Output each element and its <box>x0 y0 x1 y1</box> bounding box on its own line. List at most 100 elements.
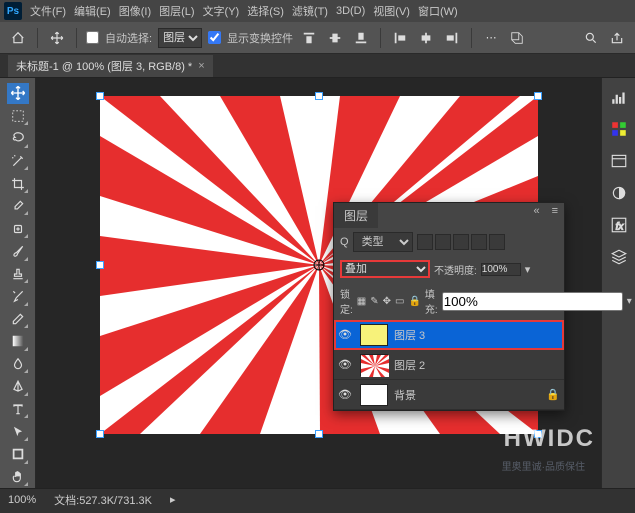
lock-transparency-icon[interactable]: ▦ <box>357 294 366 308</box>
menu-file[interactable]: 文件(F) <box>30 3 66 19</box>
hand-tool[interactable] <box>7 467 29 488</box>
auto-select-label: 自动选择: <box>105 30 152 46</box>
menu-3d[interactable]: 3D(D) <box>336 5 365 17</box>
align-hcenter-icon[interactable] <box>416 28 436 48</box>
shape-tool[interactable] <box>7 444 29 465</box>
adjustments-icon[interactable] <box>608 182 630 204</box>
move-tool[interactable] <box>7 83 29 104</box>
filter-shape-icon[interactable] <box>471 234 487 250</box>
filter-smart-icon[interactable] <box>489 234 505 250</box>
filter-adjust-icon[interactable] <box>435 234 451 250</box>
transform-handle[interactable] <box>534 430 542 438</box>
gradient-tool[interactable] <box>7 331 29 352</box>
transform-handle[interactable] <box>96 261 104 269</box>
transform-handle[interactable] <box>315 430 323 438</box>
chevron-down-icon[interactable]: ▾ <box>525 263 531 276</box>
lock-pixels-icon[interactable]: ✎ <box>370 294 378 308</box>
filter-type-select[interactable]: 类型 <box>353 232 413 252</box>
align-top-icon[interactable] <box>299 28 319 48</box>
more-icon[interactable]: ⋯ <box>481 28 501 48</box>
home-icon[interactable] <box>8 28 28 48</box>
menu-type[interactable]: 文字(Y) <box>203 3 240 19</box>
menu-window[interactable]: 窗口(W) <box>418 3 458 19</box>
move-tool-icon[interactable] <box>47 28 67 48</box>
transform-handle[interactable] <box>315 92 323 100</box>
show-transform-checkbox[interactable] <box>208 31 221 44</box>
transform-handle[interactable] <box>534 92 542 100</box>
transform-handle[interactable] <box>96 92 104 100</box>
share-icon[interactable] <box>607 28 627 48</box>
layers-icon[interactable] <box>608 246 630 268</box>
layer-row[interactable]: 👁 背景 🔒 <box>334 380 564 410</box>
panel-tab-layers[interactable]: 图层 <box>334 203 378 228</box>
menu-layer[interactable]: 图层(L) <box>159 3 194 19</box>
path-select-tool[interactable] <box>7 421 29 442</box>
filter-type-icon[interactable] <box>453 234 469 250</box>
align-bottom-icon[interactable] <box>351 28 371 48</box>
lasso-tool[interactable] <box>7 128 29 149</box>
align-vcenter-icon[interactable] <box>325 28 345 48</box>
align-right-icon[interactable] <box>442 28 462 48</box>
lock-artboard-icon[interactable]: ▭ <box>395 294 404 308</box>
visibility-icon[interactable]: 👁 <box>338 388 354 401</box>
chevron-down-icon[interactable]: ▾ <box>627 296 632 307</box>
stamp-tool[interactable] <box>7 264 29 285</box>
tools-panel <box>0 78 36 488</box>
swatches-icon[interactable] <box>608 118 630 140</box>
layer-row[interactable]: 👁 图层 3 <box>334 320 564 350</box>
histogram-icon[interactable] <box>608 86 630 108</box>
visibility-icon[interactable]: 👁 <box>338 358 354 371</box>
menu-edit[interactable]: 编辑(E) <box>74 3 111 19</box>
layer-row[interactable]: 👁 图层 2 <box>334 350 564 380</box>
panel-menu-icon[interactable]: ≡ <box>546 203 564 219</box>
history-brush-tool[interactable] <box>7 286 29 307</box>
blend-mode-select[interactable]: 叠加 <box>340 260 430 278</box>
layers-panel[interactable]: 图层 ≡ « Q 类型 叠加 不透明度: ▾ 锁定: ▦ ✎ ✥ ▭ 🔒 填充:… <box>333 202 565 411</box>
3d-mode-icon[interactable] <box>507 28 527 48</box>
align-left-icon[interactable] <box>390 28 410 48</box>
fill-input[interactable] <box>442 292 623 311</box>
doc-size-info: 文档:527.3K/731.3K <box>54 492 152 508</box>
zoom-level[interactable]: 100% <box>8 494 36 506</box>
brush-tool[interactable] <box>7 241 29 262</box>
close-icon[interactable]: × <box>198 60 204 72</box>
lock-all-icon[interactable]: 🔒 <box>408 294 420 308</box>
options-bar: 自动选择: 图层 显示变换控件 ⋯ <box>0 22 635 54</box>
eyedropper-tool[interactable] <box>7 196 29 217</box>
menu-select[interactable]: 选择(S) <box>247 3 284 19</box>
show-transform-label: 显示变换控件 <box>227 30 293 46</box>
pen-tool[interactable] <box>7 376 29 397</box>
lock-position-icon[interactable]: ✥ <box>383 294 391 308</box>
auto-select-checkbox[interactable] <box>86 31 99 44</box>
libraries-icon[interactable] <box>608 150 630 172</box>
layer-thumbnail[interactable] <box>360 354 388 376</box>
layer-thumbnail[interactable] <box>360 384 388 406</box>
menu-view[interactable]: 视图(V) <box>373 3 410 19</box>
layer-name[interactable]: 背景 <box>394 387 540 403</box>
search-icon[interactable] <box>581 28 601 48</box>
blur-tool[interactable] <box>7 354 29 375</box>
filter-pixel-icon[interactable] <box>417 234 433 250</box>
chevron-right-icon[interactable]: ▸ <box>170 493 176 506</box>
filter-buttons <box>417 234 505 250</box>
layer-name[interactable]: 图层 3 <box>394 327 560 343</box>
visibility-icon[interactable]: 👁 <box>338 328 354 341</box>
document-tab[interactable]: 未标题-1 @ 100% (图层 3, RGB/8) * × <box>8 55 213 77</box>
opacity-input[interactable] <box>481 263 521 276</box>
menu-image[interactable]: 图像(I) <box>119 3 151 19</box>
status-bar: 100% 文档:527.3K/731.3K ▸ <box>0 488 635 510</box>
styles-icon[interactable]: fx <box>608 214 630 236</box>
layer-thumbnail[interactable] <box>360 324 388 346</box>
auto-select-target[interactable]: 图层 <box>158 28 202 48</box>
crop-tool[interactable] <box>7 173 29 194</box>
panel-header: 图层 ≡ « <box>334 203 564 228</box>
type-tool[interactable] <box>7 399 29 420</box>
healing-tool[interactable] <box>7 218 29 239</box>
menu-filter[interactable]: 滤镜(T) <box>292 3 328 19</box>
transform-handle[interactable] <box>96 430 104 438</box>
layer-name[interactable]: 图层 2 <box>394 357 560 373</box>
collapse-icon[interactable]: « <box>527 203 545 219</box>
eraser-tool[interactable] <box>7 309 29 330</box>
marquee-tool[interactable] <box>7 106 29 127</box>
magic-wand-tool[interactable] <box>7 151 29 172</box>
